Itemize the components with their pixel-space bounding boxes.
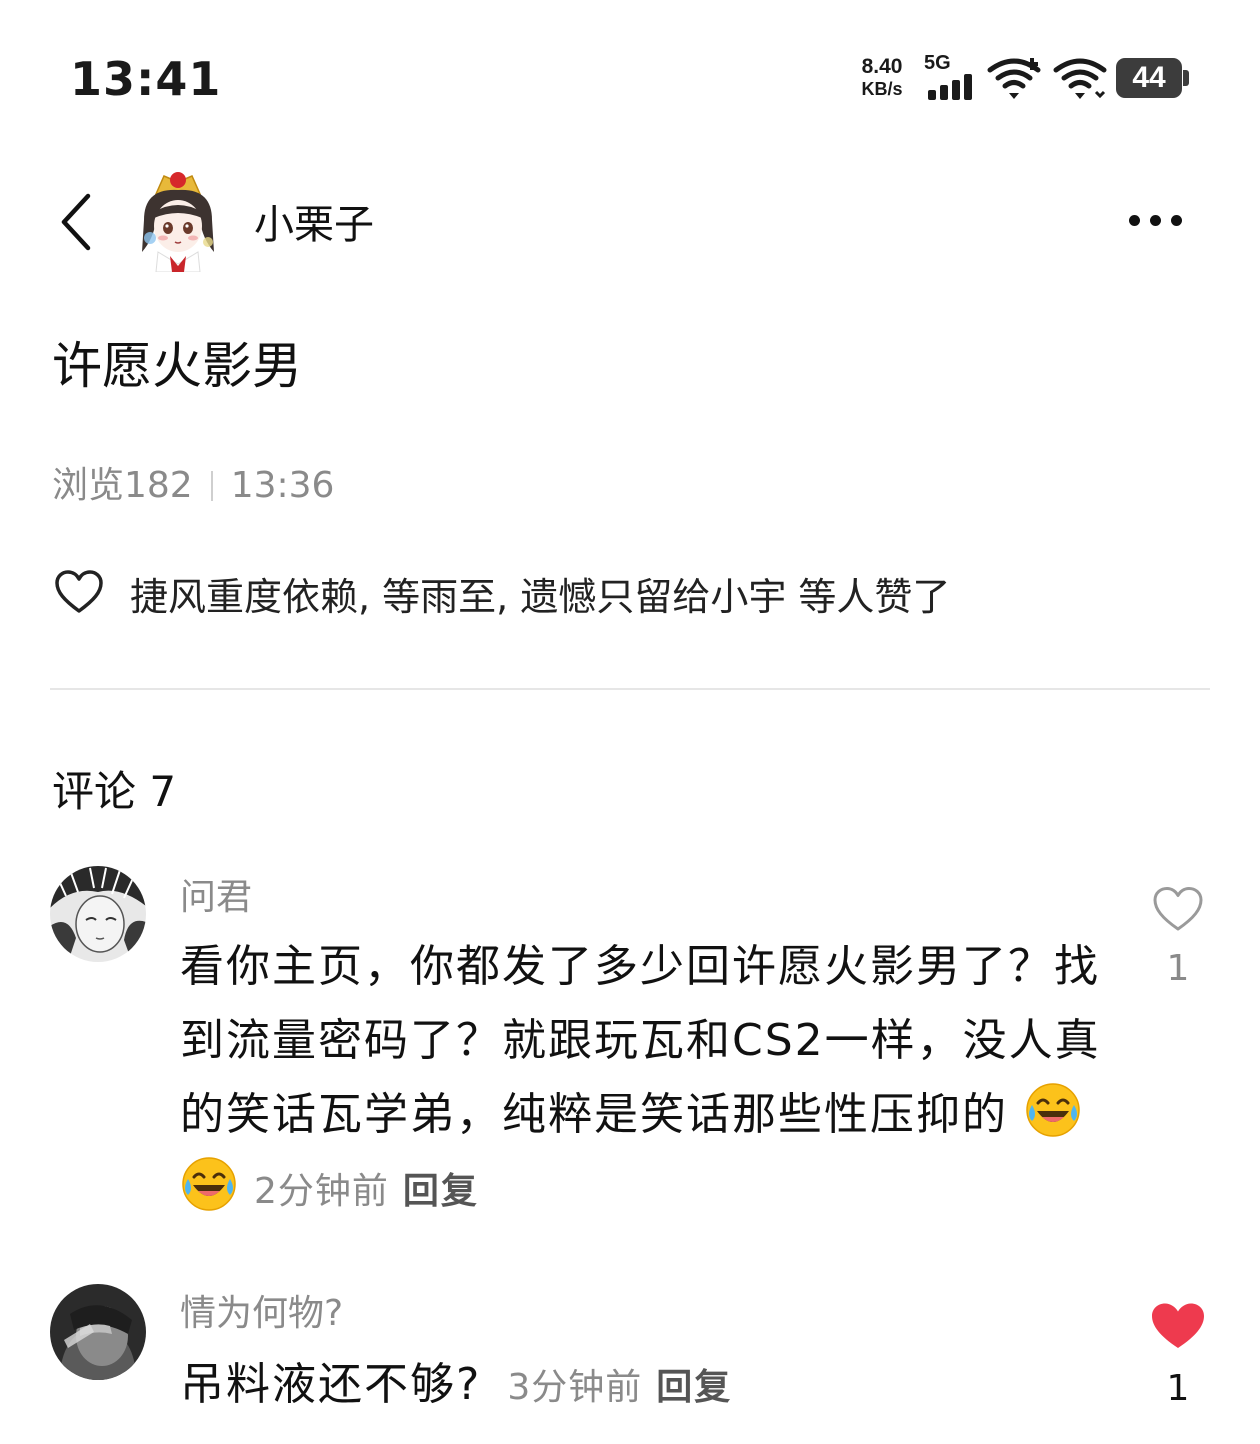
post-likes-row[interactable]: 捷风重度依赖, 等雨至, 遗憾只留给小宇 等人赞了 xyxy=(54,566,1154,619)
view-count: 浏览182 xyxy=(52,465,193,506)
post-title: 许愿火影男 xyxy=(52,337,302,395)
reply-button[interactable]: 回复 xyxy=(403,1171,479,1212)
heart-outline-icon[interactable] xyxy=(1152,886,1204,932)
cell-signal-icon xyxy=(928,74,972,100)
battery-tip xyxy=(1183,70,1189,86)
heart-outline-icon[interactable] xyxy=(54,570,104,614)
wifi-icon xyxy=(1053,58,1107,99)
battery-indicator: 44 xyxy=(1116,58,1182,98)
author-avatar[interactable] xyxy=(130,168,226,272)
comment-text: 看你主页，你都发了多少回许愿火影男了？找到流量密码了？就跟玩瓦和CS2一样，没人… xyxy=(180,941,1101,1140)
comment-author[interactable]: 问君 xyxy=(180,868,252,920)
post-meta: 浏览182 13:36 xyxy=(52,456,334,508)
comment-like-button[interactable]: 1 xyxy=(1148,1302,1208,1409)
network-speed: 8.40 KB/s xyxy=(852,56,912,100)
user-avatar-image xyxy=(50,1284,146,1380)
author-name[interactable]: 小栗子 xyxy=(254,192,374,250)
more-options-button[interactable] xyxy=(1124,208,1194,234)
comment-avatar[interactable] xyxy=(50,866,146,962)
comment-time: 2分钟前 xyxy=(254,1171,389,1212)
more-dot xyxy=(1150,215,1161,226)
back-button[interactable] xyxy=(52,186,108,258)
user-avatar-image xyxy=(50,866,146,962)
laughing-emoji-icon xyxy=(1026,1083,1080,1137)
network-speed-value: 8.40 xyxy=(861,55,903,78)
comment-body: 看你主页，你都发了多少回许愿火影男了？找到流量密码了？就跟玩瓦和CS2一样，没人… xyxy=(180,930,1110,1229)
comment-text: 吊料液还不够? xyxy=(180,1359,482,1410)
meta-separator xyxy=(210,471,213,501)
laughing-emoji-icon xyxy=(182,1157,236,1211)
comment-author[interactable]: 情为何物? xyxy=(180,1284,343,1336)
like-count: 1 xyxy=(1166,1368,1190,1409)
comment-avatar[interactable] xyxy=(50,1284,146,1380)
liked-by-text: 捷风重度依赖, 等雨至, 遗憾只留给小宇 等人赞了 xyxy=(130,575,951,619)
network-speed-unit: KB/s xyxy=(861,79,903,99)
comment-like-button[interactable]: 1 xyxy=(1148,886,1208,989)
back-chevron-icon xyxy=(61,193,91,251)
reply-button[interactable]: 回复 xyxy=(656,1367,732,1408)
status-time: 13:41 xyxy=(70,52,222,106)
more-dot xyxy=(1171,215,1182,226)
comment-time: 3分钟前 xyxy=(507,1367,643,1408)
comments-heading: 评论 7 xyxy=(52,767,177,816)
heart-filled-icon[interactable] xyxy=(1150,1302,1206,1350)
more-dots-icon xyxy=(1129,215,1140,226)
like-count: 1 xyxy=(1166,948,1190,989)
wifi-plus-icon xyxy=(987,58,1041,99)
post-time: 13:36 xyxy=(230,465,335,506)
comment-body: 吊料液还不够? 3分钟前 回复 xyxy=(180,1348,1100,1425)
network-type: 5G xyxy=(924,52,951,74)
section-divider xyxy=(50,688,1210,690)
